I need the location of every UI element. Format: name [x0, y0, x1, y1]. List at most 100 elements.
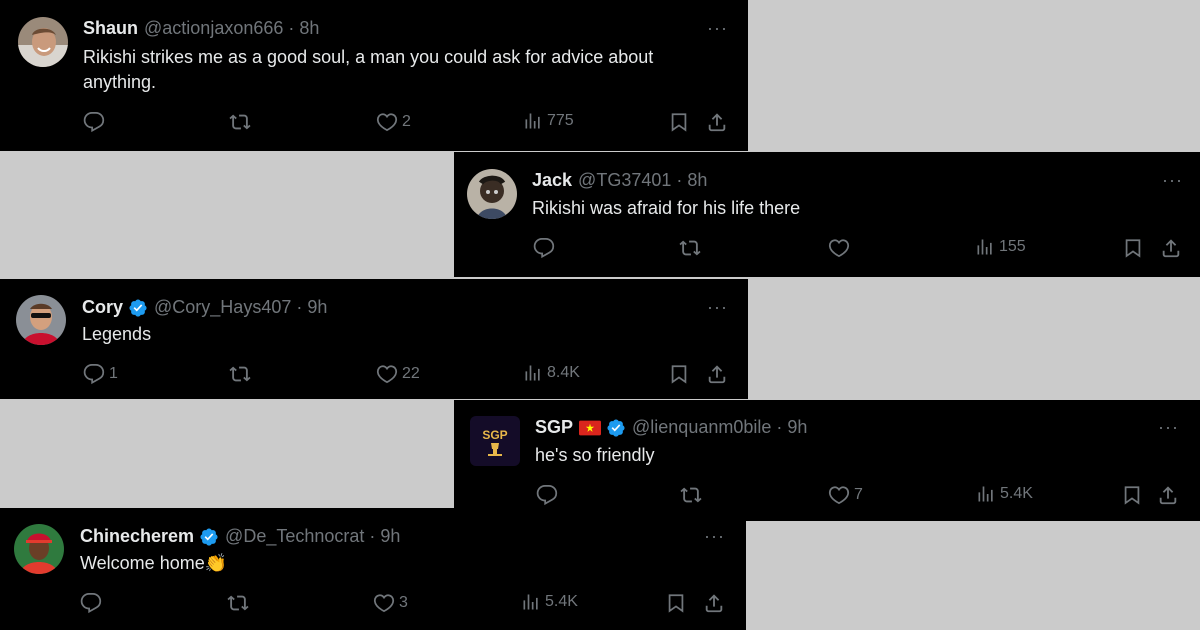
views-icon	[523, 363, 543, 383]
bookmark-icon	[668, 111, 690, 133]
retweet-icon	[680, 484, 702, 506]
author-handle[interactable]: @TG37401	[578, 170, 671, 191]
tweet-text-line: anything.	[83, 72, 157, 92]
repost-button[interactable]	[229, 111, 255, 133]
reply-icon	[83, 111, 105, 133]
more-icon[interactable]: ···	[704, 526, 725, 547]
author-name[interactable]: Shaun	[83, 18, 138, 39]
verified-badge-icon	[128, 298, 148, 318]
author-handle[interactable]: @actionjaxon666	[144, 18, 283, 39]
author-name[interactable]: Jack	[532, 170, 572, 191]
tweet-card-jack[interactable]: Jack @TG37401 · 8h ··· Rikishi was afrai…	[454, 152, 1200, 277]
avatar[interactable]: SGP	[470, 416, 520, 466]
more-icon[interactable]: ···	[707, 297, 728, 318]
tweet-text: he's so friendly	[535, 443, 1175, 468]
timestamp[interactable]: 8h	[687, 170, 707, 191]
bookmark-icon	[668, 363, 690, 385]
avatar[interactable]	[467, 169, 517, 219]
tweet-text-line: Legends	[82, 324, 152, 344]
more-icon[interactable]: ···	[1162, 170, 1183, 191]
view-count: 155	[999, 238, 1026, 255]
like-icon	[828, 237, 850, 259]
verified-badge-icon	[199, 527, 219, 547]
reply-button[interactable]	[83, 111, 109, 133]
tweet-text-line: Rikishi strikes me as a good soul, a man…	[83, 47, 654, 67]
like-button[interactable]: 22	[376, 363, 420, 385]
action-bar: 155	[533, 237, 1183, 261]
reply-button[interactable]	[536, 484, 562, 506]
bookmark-button[interactable]	[668, 363, 690, 385]
tweet-header: Jack @TG37401 · 8h	[532, 170, 707, 191]
tweet-text: Welcome home👏	[80, 551, 720, 576]
like-button[interactable]: 2	[376, 111, 411, 133]
view-count: 5.4K	[545, 593, 578, 610]
like-button[interactable]: 7	[828, 484, 863, 506]
more-icon[interactable]: ···	[1158, 417, 1179, 438]
avatar[interactable]	[18, 17, 68, 67]
separator-dot: ·	[296, 297, 303, 317]
like-icon	[376, 111, 398, 133]
author-name[interactable]: Cory	[82, 297, 123, 318]
timestamp[interactable]: 9h	[787, 417, 807, 438]
views-button[interactable]: 5.4K	[521, 592, 578, 612]
author-name[interactable]: SGP	[535, 417, 573, 438]
timestamp[interactable]: 9h	[307, 297, 327, 318]
like-count: 3	[399, 594, 408, 611]
separator-dot: ·	[776, 417, 783, 437]
share-icon	[706, 111, 728, 133]
tweet-card-cory[interactable]: Cory @Cory_Hays407 · 9h ··· Legends 1 22…	[0, 279, 748, 399]
author-name[interactable]: Chinecherem	[80, 526, 194, 547]
timestamp[interactable]: 8h	[299, 18, 319, 39]
like-count: 22	[402, 365, 420, 382]
repost-button[interactable]	[227, 592, 253, 614]
share-icon	[703, 592, 725, 614]
more-icon[interactable]: ···	[707, 18, 728, 39]
avatar[interactable]	[14, 524, 64, 574]
verified-badge-icon	[606, 418, 626, 438]
action-bar: 7 5.4K	[536, 484, 1186, 508]
reply-button[interactable]	[533, 237, 559, 259]
repost-button[interactable]	[679, 237, 705, 259]
separator-dot: ·	[369, 526, 376, 546]
author-handle[interactable]: @lienquanm0bile	[632, 417, 771, 438]
avatar[interactable]	[16, 295, 66, 345]
like-icon	[376, 363, 398, 385]
views-button[interactable]: 5.4K	[976, 484, 1033, 504]
tweet-text-line: Rikishi was afraid for his life there	[532, 198, 801, 218]
share-button[interactable]	[703, 592, 725, 614]
views-button[interactable]: 155	[975, 237, 1026, 257]
share-button[interactable]	[1160, 237, 1182, 259]
tweet-card-chinecherem[interactable]: Chinecherem @De_Technocrat · 9h ··· Welc…	[0, 508, 746, 630]
bookmark-icon	[665, 592, 687, 614]
bookmark-icon	[1122, 237, 1144, 259]
share-button[interactable]	[706, 111, 728, 133]
share-button[interactable]	[1157, 484, 1179, 506]
bookmark-button[interactable]	[1121, 484, 1143, 506]
timestamp[interactable]: 9h	[380, 526, 400, 547]
views-icon	[521, 592, 541, 612]
repost-button[interactable]	[229, 363, 255, 385]
tweet-card-sgp[interactable]: SGP SGP @lienquanm0bile · 9h ··· he's so…	[454, 400, 1200, 521]
tweet-card-shaun[interactable]: Shaun @actionjaxon666 · 8h ··· Rikishi s…	[0, 0, 748, 151]
like-button[interactable]: 3	[373, 592, 408, 614]
view-count: 775	[547, 112, 574, 129]
bookmark-button[interactable]	[1122, 237, 1144, 259]
author-handle[interactable]: @Cory_Hays407	[154, 297, 291, 318]
views-button[interactable]: 8.4K	[523, 363, 580, 383]
bookmark-button[interactable]	[668, 111, 690, 133]
tweet-text-line: he's so friendly	[535, 445, 655, 465]
share-button[interactable]	[706, 363, 728, 385]
reply-button[interactable]: 1	[83, 363, 118, 385]
author-handle[interactable]: @De_Technocrat	[225, 526, 364, 547]
like-button[interactable]	[828, 237, 854, 259]
avatar-text: SGP	[482, 428, 507, 442]
reply-icon	[536, 484, 558, 506]
views-icon	[975, 237, 995, 257]
repost-button[interactable]	[680, 484, 706, 506]
reply-icon	[80, 592, 102, 614]
views-button[interactable]: 775	[523, 111, 574, 131]
reply-count: 1	[109, 365, 118, 382]
bookmark-button[interactable]	[665, 592, 687, 614]
tweet-text-line: Welcome home👏	[80, 553, 228, 573]
reply-button[interactable]	[80, 592, 106, 614]
